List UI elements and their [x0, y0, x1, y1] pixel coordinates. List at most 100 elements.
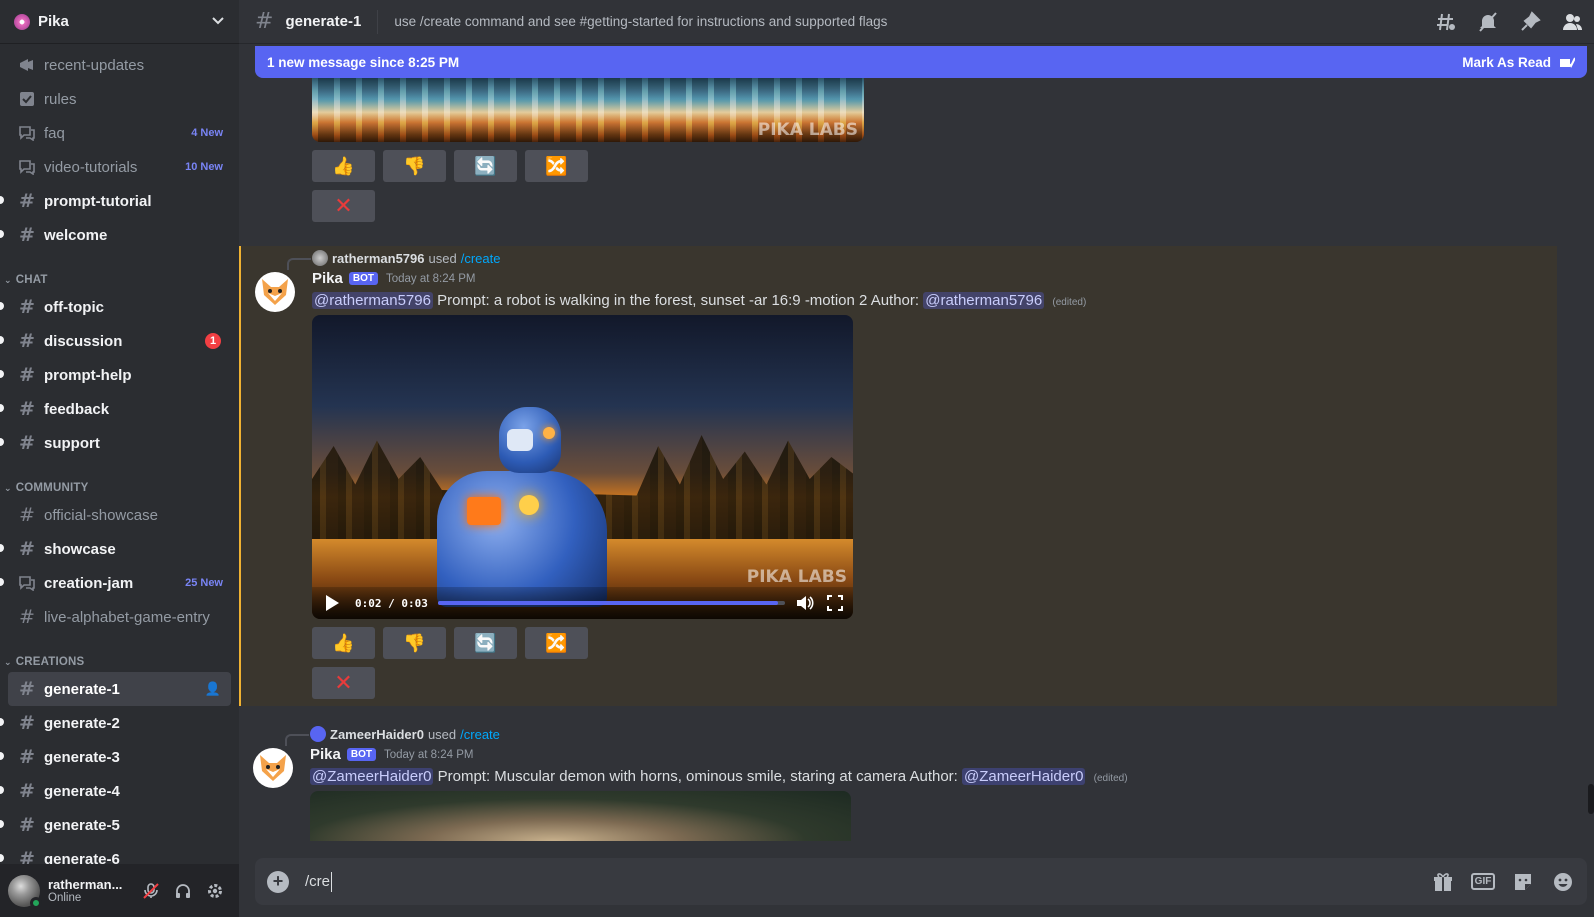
category-community[interactable]: ⌄ COMMUNITY — [0, 466, 239, 498]
message-composer[interactable]: + /cre GIF — [255, 858, 1587, 905]
play-icon[interactable] — [326, 595, 339, 611]
threads-icon[interactable] — [1434, 10, 1458, 34]
user-panel: ratherman... Online — [0, 864, 239, 917]
username: ratherman... — [48, 877, 123, 892]
channel-topic[interactable]: use /create command and see #getting-sta… — [394, 14, 887, 29]
server-header[interactable]: Pika — [0, 0, 239, 44]
channel-prompt-tutorial[interactable]: # prompt-tutorial — [0, 184, 231, 218]
author-name[interactable]: Pika — [312, 270, 343, 287]
add-member-icon[interactable]: 👤 — [205, 681, 221, 697]
reaction-buttons: 👍 👎 🔄 🔀 — [312, 627, 588, 659]
hash-icon: # — [19, 712, 35, 734]
channel-creation-jam[interactable]: creation-jam 25 New — [0, 566, 231, 600]
channel-welcome[interactable]: # welcome — [0, 218, 231, 252]
channel-showcase[interactable]: # showcase — [0, 532, 231, 566]
retry-button[interactable]: 🔄 — [454, 150, 517, 182]
thumbs-down-button[interactable]: 👎 — [383, 627, 446, 659]
notification-bell-muted-icon[interactable] — [1476, 10, 1500, 34]
command-user[interactable]: ratherman5796 — [332, 251, 425, 266]
channel-label: prompt-help — [44, 366, 132, 384]
upload-plus-icon[interactable]: + — [267, 870, 289, 893]
author-name[interactable]: Pika — [310, 746, 341, 763]
headphones-icon[interactable] — [167, 875, 199, 907]
channel-generate-3[interactable]: # generate-3 — [0, 740, 231, 774]
thumbs-up-button[interactable]: 👍 — [312, 150, 375, 182]
gif-icon[interactable]: GIF — [1470, 870, 1496, 894]
hash-icon: # — [19, 678, 35, 700]
fullscreen-icon[interactable] — [825, 593, 845, 613]
channel-header: # generate-1 use /create command and see… — [239, 0, 1594, 44]
waterfall-image-attachment[interactable]: PIKA LABS — [312, 76, 864, 142]
channel-rules[interactable]: rules — [8, 82, 231, 116]
channel-off-topic[interactable]: # off-topic — [0, 290, 231, 324]
forum-icon — [16, 124, 38, 142]
pika-labs-watermark: PIKA LABS — [746, 567, 847, 587]
discord-avatar-icon — [310, 726, 326, 742]
channel-recent-updates[interactable]: recent-updates — [8, 48, 231, 82]
shuffle-button[interactable]: 🔀 — [525, 627, 588, 659]
emoji-icon[interactable] — [1551, 870, 1575, 894]
retry-button[interactable]: 🔄 — [454, 627, 517, 659]
channel-support[interactable]: # support — [0, 426, 231, 460]
demon-image-attachment[interactable] — [310, 791, 851, 841]
command-name[interactable]: /create — [461, 251, 501, 266]
robot-head — [499, 407, 561, 473]
channel-official-showcase[interactable]: # official-showcase — [8, 498, 231, 532]
category-label: CREATIONS — [15, 656, 85, 668]
channel-label: generate-4 — [44, 782, 120, 800]
avatar[interactable] — [8, 874, 42, 909]
channel-discussion[interactable]: # discussion 1 — [0, 324, 231, 358]
channel-label: live-alphabet-game-entry — [44, 608, 210, 626]
message-header: Pika BOT Today at 8:24 PM — [310, 746, 473, 763]
channel-generate-1[interactable]: # generate-1 👤 — [8, 672, 231, 706]
channel-prompt-help[interactable]: # prompt-help — [0, 358, 231, 392]
scrollbar[interactable] — [1588, 784, 1594, 814]
delete-button[interactable]: ✕ — [312, 190, 375, 222]
prompt-text: Prompt: a robot is walking in the forest… — [437, 292, 868, 309]
mute-microphone-icon[interactable] — [135, 875, 167, 907]
user-mention[interactable]: @ratherman5796 — [312, 292, 433, 309]
message-input[interactable]: /cre — [305, 871, 1431, 892]
author-mention[interactable]: @ratherman5796 — [923, 292, 1045, 309]
category-creations[interactable]: ⌄ CREATIONS — [0, 640, 239, 672]
settings-gear-icon[interactable] — [199, 875, 231, 907]
shuffle-icon: 🔀 — [545, 155, 568, 176]
pika-bot-avatar[interactable] — [255, 272, 295, 312]
shuffle-icon: 🔀 — [545, 632, 568, 653]
video-player[interactable]: PIKA LABS 0:02 / 0:03 — [312, 315, 853, 619]
user-info[interactable]: ratherman... Online — [48, 877, 135, 904]
member-list-icon[interactable] — [1560, 10, 1584, 34]
shuffle-button[interactable]: 🔀 — [525, 150, 588, 182]
server-logo-icon — [14, 13, 30, 30]
chevron-down-icon[interactable] — [211, 13, 225, 30]
volume-icon[interactable] — [795, 593, 815, 613]
pinned-messages-icon[interactable] — [1518, 10, 1542, 34]
video-progress-bar[interactable] — [437, 601, 785, 605]
user-status: Online — [48, 892, 82, 904]
delete-button[interactable]: ✕ — [312, 667, 375, 699]
command-name[interactable]: /create — [460, 727, 500, 742]
thumbs-up-button[interactable]: 👍 — [312, 627, 375, 659]
hash-icon: # — [19, 190, 35, 212]
category-chat[interactable]: ⌄ CHAT — [0, 258, 239, 290]
mark-as-read-button[interactable]: Mark As Read — [1462, 55, 1575, 70]
robot-figure — [437, 407, 627, 607]
new-messages-banner[interactable]: 1 new message since 8:25 PM Mark As Read — [255, 46, 1587, 78]
forum-icon — [16, 574, 38, 592]
command-user[interactable]: ZameerHaider0 — [330, 727, 424, 742]
channel-live-alphabet-game-entry[interactable]: # live-alphabet-game-entry — [8, 600, 231, 634]
hash-icon: # — [19, 432, 35, 454]
channel-generate-5[interactable]: # generate-5 — [0, 808, 231, 842]
channel-feedback[interactable]: # feedback — [0, 392, 231, 426]
thumbs-down-button[interactable]: 👎 — [383, 150, 446, 182]
author-mention[interactable]: @ZameerHaider0 — [962, 768, 1086, 785]
sticker-icon[interactable] — [1511, 870, 1535, 894]
channel-generate-2[interactable]: # generate-2 — [0, 706, 231, 740]
gift-icon[interactable] — [1431, 870, 1455, 894]
channel-label: feedback — [44, 400, 110, 418]
user-mention[interactable]: @ZameerHaider0 — [310, 768, 434, 785]
pika-bot-avatar[interactable] — [253, 748, 293, 788]
channel-faq[interactable]: faq 4 New — [8, 116, 231, 150]
channel-video-tutorials[interactable]: video-tutorials 10 New — [8, 150, 231, 184]
channel-generate-4[interactable]: # generate-4 — [0, 774, 231, 808]
